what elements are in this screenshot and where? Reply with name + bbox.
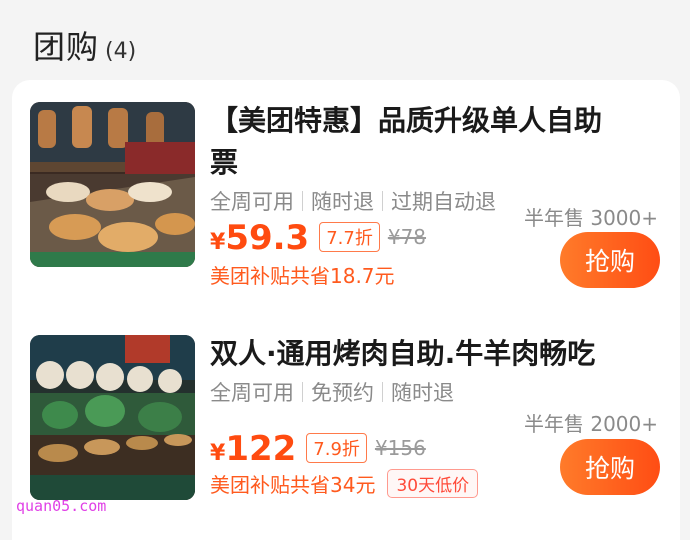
deal-price: 122 [225,429,297,469]
watermark: quan05.com [16,497,107,515]
deal-tag: 全周可用 [210,381,294,405]
deal-tag: 随时退 [311,190,374,214]
deal-title[interactable]: 双人·通用烤肉自助.牛羊肉畅吃 [210,333,660,375]
saving-text: 美团补贴共省18.7元 [210,260,395,289]
section-count: (4) [105,39,137,64]
currency-symbol: ¥ [210,230,226,255]
saving-label: 美团补贴共省34元 [210,473,376,497]
deal-item[interactable]: 双人·通用烤肉自助.牛羊肉畅吃 全周可用 免预约 随时退 ¥ 122 7.9折 … [12,333,680,533]
discount-badge: 7.7折 [319,222,380,252]
tag-divider [302,382,303,402]
discount-badge: 7.9折 [306,433,367,463]
deal-tag: 全周可用 [210,190,294,214]
deal-tag: 随时退 [391,381,454,405]
deal-image[interactable] [30,335,195,500]
tag-divider [382,191,383,211]
saving-text: 美团补贴共省34元 30天低价 [210,469,479,498]
sales-count: 半年售 3000+ [523,206,658,230]
buy-button[interactable]: 抢购 [560,439,660,495]
sales-count: 半年售 2000+ [523,412,658,436]
deals-card: 【美团特惠】品质升级单人自助票 全周可用 随时退 过期自动退 ¥ 59.3 7.… [12,80,680,540]
deal-image[interactable] [30,102,195,267]
currency-symbol: ¥ [210,441,226,466]
deal-price: 59.3 [225,218,310,258]
price-line: ¥ 59.3 7.7折 ¥78 [210,218,426,258]
deal-title[interactable]: 【美团特惠】品质升级单人自助票 [210,100,620,184]
deal-tags: 全周可用 免预约 随时退 [210,377,454,407]
low-price-badge: 30天低价 [387,469,479,498]
buy-button[interactable]: 抢购 [560,232,660,288]
tag-divider [382,382,383,402]
deal-tag: 过期自动退 [391,190,496,214]
section-title: 团购 [33,28,100,66]
original-price: ¥78 [387,225,427,249]
deal-tags: 全周可用 随时退 过期自动退 [210,186,496,216]
deal-item[interactable]: 【美团特惠】品质升级单人自助票 全周可用 随时退 过期自动退 ¥ 59.3 7.… [12,100,680,300]
price-line: ¥ 122 7.9折 ¥156 [210,429,426,469]
original-price: ¥156 [374,436,426,460]
tag-divider [302,191,303,211]
section-header: 团购 (4) [33,22,136,68]
deal-tag: 免预约 [311,381,374,405]
saving-label: 美团补贴共省18.7元 [210,264,395,288]
